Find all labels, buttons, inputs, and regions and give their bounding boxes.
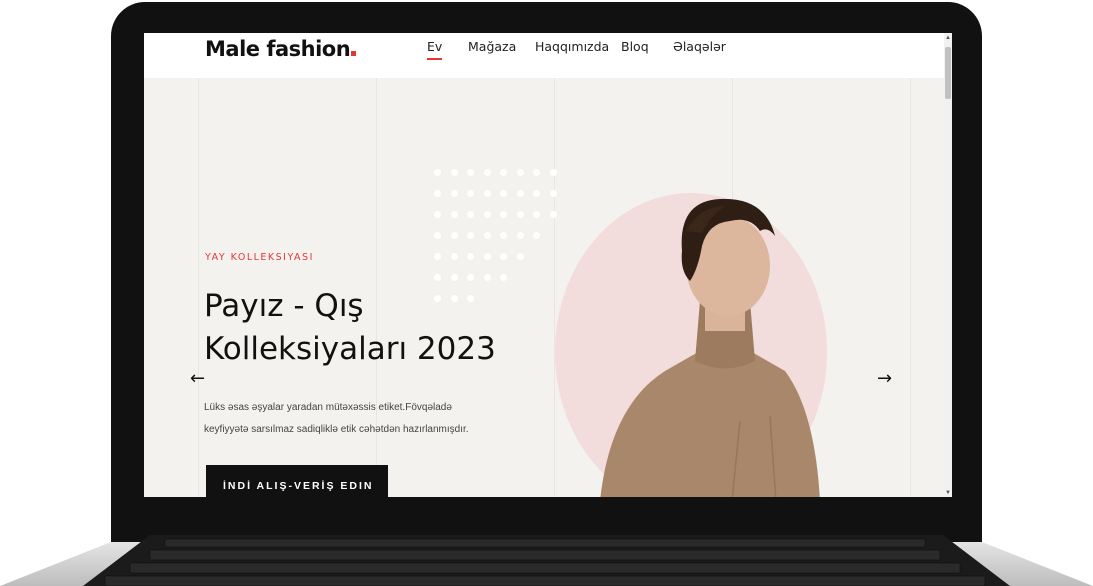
- decorative-dot: [500, 253, 507, 260]
- decorative-dot: [483, 232, 491, 239]
- laptop-keyboard-base: [0, 497, 1093, 586]
- decorative-dot: [500, 190, 507, 197]
- decorative-dot: [516, 190, 524, 197]
- nav-link-blog[interactable]: Bloq: [621, 39, 649, 54]
- arrow-right-icon[interactable]: →: [877, 368, 892, 389]
- decorative-dot: [434, 253, 441, 260]
- hero-title-line1: Payız - Qış: [204, 288, 364, 324]
- logo-text: Male fashion: [205, 37, 351, 61]
- decorative-dot: [467, 190, 474, 197]
- browser-viewport: Male fashion Ev Mağaza Haqqımızda Bloq Ə…: [144, 33, 952, 497]
- decorative-dot: [467, 169, 474, 176]
- decorative-dot: [467, 211, 474, 218]
- decorative-dot: [516, 169, 524, 176]
- scroll-up-icon[interactable]: ▲: [945, 35, 951, 41]
- hero-model-image: [600, 198, 820, 497]
- shop-now-button[interactable]: İNDİ ALIŞ-VERİŞ EDIN →: [206, 465, 388, 497]
- decorative-dot: [516, 232, 524, 239]
- decorative-dot: [500, 211, 507, 218]
- logo-dot: [351, 51, 357, 56]
- decorative-dot: [434, 169, 441, 176]
- decorative-dot: [434, 232, 441, 239]
- hero-title: Payız - Qış Kolleksiyaları 2023: [204, 285, 504, 371]
- decorative-dot: [533, 211, 540, 218]
- decorative-dot: [483, 253, 491, 260]
- scrollbar-thumb[interactable]: [945, 47, 951, 99]
- shop-now-label: İNDİ ALIŞ-VERİŞ EDIN: [223, 480, 374, 492]
- decorative-dot: [450, 274, 458, 281]
- decorative-dot: [516, 211, 524, 218]
- nav-link-shop[interactable]: Mağaza: [468, 39, 516, 54]
- decorative-dot: [483, 169, 491, 176]
- grid-line: [910, 78, 911, 497]
- decorative-dot: [450, 211, 458, 218]
- decorative-dot: [500, 232, 507, 239]
- hero-description-line2: keyfiyyətə sarsılmaz sadiqliklə etik cəh…: [204, 424, 469, 435]
- scroll-down-icon[interactable]: ▼: [945, 490, 951, 496]
- decorative-dot: [483, 274, 491, 281]
- decorative-dot: [434, 274, 441, 281]
- decorative-dot: [450, 190, 458, 197]
- decorative-dot: [467, 253, 474, 260]
- decorative-dot: [549, 169, 557, 176]
- site-logo[interactable]: Male fashion: [205, 37, 357, 61]
- grid-line: [198, 78, 199, 497]
- decorative-dot: [549, 211, 557, 218]
- hero-title-line2: Kolleksiyaları 2023: [204, 331, 496, 367]
- decorative-dot: [500, 274, 507, 281]
- decorative-dot: [533, 190, 540, 197]
- decorative-dot: [549, 190, 557, 197]
- arrow-left-icon[interactable]: ←: [190, 368, 205, 389]
- decorative-dot: [533, 169, 540, 176]
- nav-link-home[interactable]: Ev: [427, 39, 443, 60]
- decorative-dot: [467, 232, 474, 239]
- decorative-dot: [450, 169, 458, 176]
- decorative-dot: [450, 253, 458, 260]
- site-header: Male fashion Ev Mağaza Haqqımızda Bloq Ə…: [144, 33, 952, 78]
- decorative-dot: [467, 274, 474, 281]
- hero-description: Lüks əsas əşyalar yaradan mütəxəssis eti…: [204, 397, 494, 441]
- page-scrollbar[interactable]: ▲ ▼: [944, 33, 952, 497]
- nav-link-contact[interactable]: Əlaqələr: [673, 39, 726, 54]
- hero-eyebrow: YAY KOLLEKSIYASI: [205, 252, 314, 263]
- decorative-dot: [434, 211, 441, 218]
- hero-description-line1: Lüks əsas əşyalar yaradan mütəxəssis eti…: [204, 402, 452, 413]
- nav-link-about[interactable]: Haqqımızda: [535, 39, 609, 54]
- decorative-dot: [434, 190, 441, 197]
- decorative-dot: [483, 211, 491, 218]
- decorative-dot: [533, 232, 540, 239]
- decorative-dot: [483, 190, 491, 197]
- decorative-dot: [450, 232, 458, 239]
- decorative-dot: [516, 253, 524, 260]
- decorative-dot: [500, 169, 507, 176]
